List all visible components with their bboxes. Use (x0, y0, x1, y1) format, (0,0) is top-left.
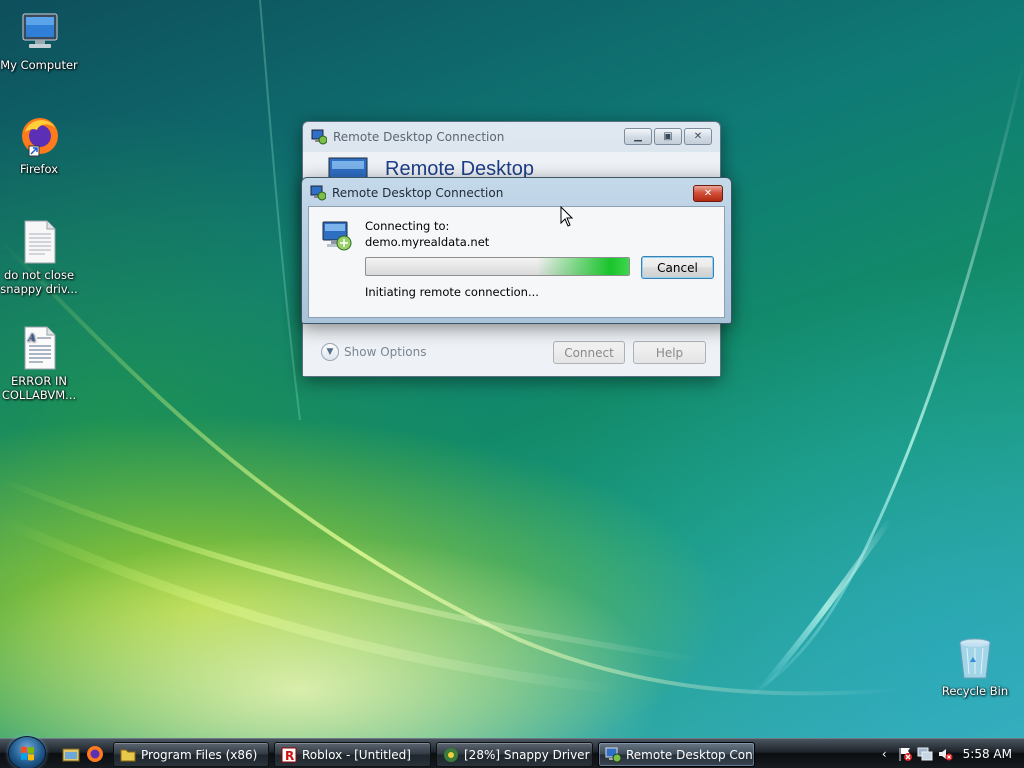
connecting-dialog-titlebar[interactable]: Remote Desktop Connection (302, 178, 731, 208)
network-icon[interactable] (917, 746, 933, 762)
recycle-bin-icon (951, 634, 999, 682)
desktop-icon-firefox[interactable]: Firefox (0, 112, 78, 176)
minimize-button[interactable]: ▁ (624, 128, 652, 145)
taskbar-item-program-files[interactable]: Program Files (x86) (113, 742, 269, 767)
svg-text:R: R (285, 749, 294, 763)
maximize-icon: ▣ (663, 131, 673, 142)
close-button[interactable]: ✕ (684, 128, 712, 145)
clock[interactable]: 5:58 AM (963, 747, 1012, 761)
remote-desktop-icon (605, 747, 622, 763)
progress-fill (537, 258, 629, 275)
connect-button[interactable]: Connect (553, 341, 625, 364)
chevron-down-icon: ▼ (321, 343, 339, 361)
desktop-icon-snappy-note[interactable]: do not close snappy driv... (0, 218, 78, 296)
explorer-icon[interactable] (62, 745, 80, 763)
connecting-dialog: Remote Desktop Connection ✕ Connecting t… (301, 177, 732, 324)
text-document-icon (15, 218, 63, 266)
windows-logo-icon (21, 746, 34, 761)
roblox-icon: R (281, 747, 297, 763)
taskbar-item-label: Remote Desktop Con... (626, 747, 755, 762)
connecting-to-label: Connecting to: (365, 219, 450, 233)
connection-status: Initiating remote connection... (365, 285, 539, 299)
connecting-dialog-client: Connecting to: demo.myrealdata.net Cance… (308, 206, 725, 318)
desktop-icon-error-doc[interactable]: A ERROR IN COLLABVM... (0, 324, 78, 402)
desktop-icon-label: ERROR IN COLLABVM... (1, 374, 77, 402)
rdc-main-title: Remote Desktop Connection (333, 130, 505, 144)
cancel-button[interactable]: Cancel (641, 256, 714, 279)
taskbar-item-label: [28%] Snappy Driver I... (464, 747, 592, 762)
volume-muted-icon[interactable] (937, 746, 953, 762)
desktop-icon-label: do not close snappy driv... (0, 268, 78, 296)
desktop-icon-label: My Computer (0, 58, 78, 72)
chevron-left-icon[interactable]: ‹ (882, 747, 887, 761)
taskbar: Program Files (x86) R Roblox - [Untitled… (0, 736, 1024, 768)
remote-computer-icon (321, 219, 353, 256)
remote-desktop-icon (310, 185, 327, 201)
quick-launch (62, 745, 104, 763)
mouse-cursor-icon (560, 206, 574, 227)
taskbar-item-remote-desktop[interactable]: Remote Desktop Con... (598, 742, 755, 767)
folder-icon (120, 747, 136, 763)
show-options-toggle[interactable]: ▼ Show Options (321, 343, 427, 361)
show-options-label: Show Options (344, 345, 427, 359)
connecting-dialog-title: Remote Desktop Connection (332, 186, 504, 200)
desktop-icon-label: Recycle Bin (941, 684, 1009, 698)
start-button[interactable] (8, 736, 46, 768)
help-button[interactable]: Help (633, 341, 706, 364)
maximize-button[interactable]: ▣ (654, 128, 682, 145)
taskbar-item-roblox[interactable]: R Roblox - [Untitled] (274, 742, 431, 767)
desktop-icon-label: Firefox (19, 162, 59, 176)
system-tray: ‹ 5:58 AM (882, 739, 1024, 768)
firefox-icon[interactable] (86, 745, 104, 763)
minimize-icon: ▁ (634, 131, 642, 142)
computer-icon (15, 8, 63, 56)
wordpad-document-icon: A (15, 324, 63, 372)
close-button[interactable]: ✕ (693, 185, 723, 202)
close-icon: ✕ (703, 188, 713, 199)
taskbar-item-label: Program Files (x86) (141, 747, 258, 762)
taskbar-item-snappy-driver[interactable]: [28%] Snappy Driver I... (436, 742, 593, 767)
desktop-icon-recycle-bin[interactable]: Recycle Bin (936, 634, 1014, 698)
svg-text:A: A (27, 333, 35, 344)
desktop-icon-my-computer[interactable]: My Computer (0, 8, 78, 72)
connection-progress-bar (365, 257, 630, 276)
desktop: My Computer Firefox do not close snappy … (0, 0, 1024, 738)
firefox-icon (15, 112, 63, 160)
taskbar-item-label: Roblox - [Untitled] (302, 747, 411, 762)
remote-desktop-icon (311, 129, 328, 145)
action-center-flag-icon[interactable] (897, 746, 913, 762)
close-icon: ✕ (693, 131, 703, 142)
host-name: demo.myrealdata.net (365, 235, 490, 249)
snappy-driver-icon (443, 747, 459, 763)
